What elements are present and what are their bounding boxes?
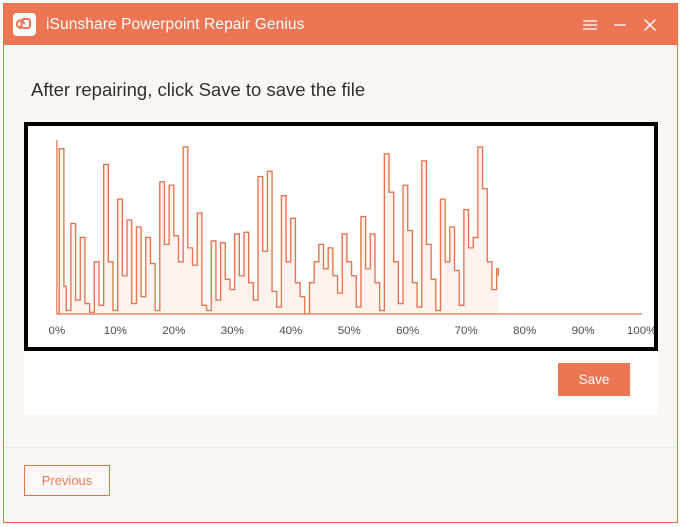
chart-x-tick-label: 70% — [455, 325, 478, 337]
app-title: iSunshare Powerpoint Repair Genius — [46, 15, 305, 33]
chart-x-tick-label: 90% — [572, 325, 595, 337]
refresh-arrow-icon — [16, 16, 33, 33]
page-title: After repairing, click Save to save the … — [31, 79, 366, 100]
app-window: iSunshare Powerpoint Repair Genius After… — [3, 3, 678, 523]
chart-area-fill — [56, 146, 499, 314]
chart-x-tick-label: 60% — [396, 325, 419, 337]
progress-chart-card: 0% 10% 20% 30% 40% 50% 60% 70% 80% 90% 100% — [24, 121, 658, 351]
chart-x-tick-label: 30% — [221, 325, 244, 337]
chart-x-tick-label: 40% — [279, 325, 302, 337]
minimize-icon — [612, 18, 628, 32]
minimize-button[interactable] — [605, 10, 635, 40]
chart-x-tick-label: 0% — [49, 325, 66, 337]
hamburger-menu-icon — [582, 18, 598, 32]
repair-progress-chart: 0% 10% 20% 30% 40% 50% 60% 70% 80% 90% 100% — [49, 139, 654, 337]
chart-x-tick-label: 50% — [338, 325, 361, 337]
app-logo — [13, 13, 36, 36]
menu-button[interactable] — [575, 10, 605, 40]
chart-x-tick-label: 10% — [104, 325, 127, 337]
close-icon — [642, 17, 658, 33]
footer-bar: Previous — [4, 447, 677, 522]
chart-x-tick-label: 20% — [162, 325, 185, 337]
title-bar: iSunshare Powerpoint Repair Genius — [4, 4, 677, 45]
previous-button[interactable]: Previous — [24, 465, 110, 496]
save-panel: Save — [24, 350, 658, 414]
close-button[interactable] — [635, 10, 665, 40]
chart-x-tick-label: 80% — [513, 325, 536, 337]
chart-x-tick-label: 100% — [627, 325, 654, 337]
footer-spacer — [4, 414, 677, 448]
save-button[interactable]: Save — [558, 362, 630, 396]
content-area: After repairing, click Save to save the … — [4, 45, 677, 522]
